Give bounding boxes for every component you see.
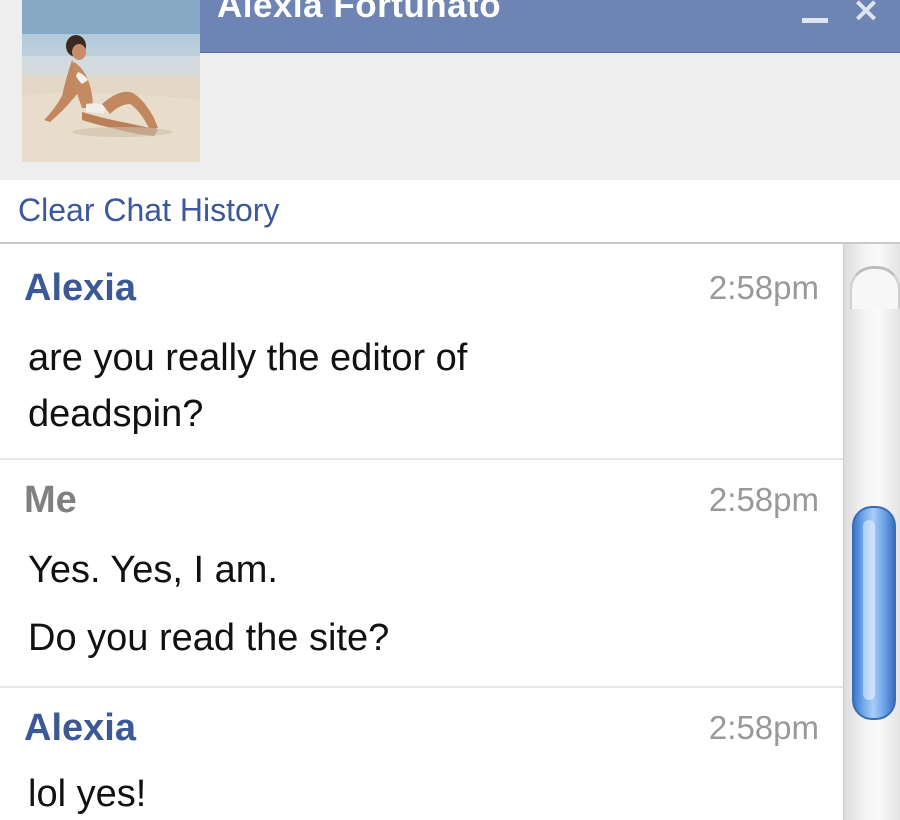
message-list: Alexia 2:58pm are you really the editor … <box>0 244 843 820</box>
message-group: Me 2:58pm Yes. Yes, I am. Do you read th… <box>0 460 843 688</box>
message-text: Yes. Yes, I am. <box>28 549 278 591</box>
chat-titlebar[interactable]: Alexia Fortunato × <box>200 0 900 53</box>
minimize-icon[interactable] <box>798 0 832 30</box>
message-timestamp: 2:58pm <box>708 269 819 306</box>
message-text: are you really the editor of <box>28 337 468 379</box>
message-text: lol yes! <box>28 773 147 815</box>
avatar[interactable] <box>22 0 200 162</box>
message-text: deadspin? <box>28 393 204 435</box>
profile-photo <box>22 0 200 162</box>
message-timestamp: 2:58pm <box>708 709 819 746</box>
contact-name: Alexia Fortunato <box>217 0 502 25</box>
scrollbar-thumb[interactable] <box>852 506 896 720</box>
message-timestamp: 2:58pm <box>708 481 819 518</box>
message-scrollbar[interactable] <box>843 244 900 820</box>
clear-chat-history-link[interactable]: Clear Chat History <box>18 192 279 229</box>
scrollbar-track-cap <box>850 266 900 309</box>
close-icon[interactable]: × <box>848 0 884 30</box>
message-sender[interactable]: Alexia <box>24 706 136 750</box>
message-sender[interactable]: Alexia <box>24 266 136 310</box>
message-group: Alexia 2:58pm lol yes! <box>0 688 843 820</box>
message-sender[interactable]: Me <box>24 478 77 522</box>
message-text: Do you read the site? <box>28 617 390 659</box>
chat-header: Alexia Fortunato × <box>0 0 900 180</box>
message-group: Alexia 2:58pm are you really the editor … <box>0 244 843 460</box>
